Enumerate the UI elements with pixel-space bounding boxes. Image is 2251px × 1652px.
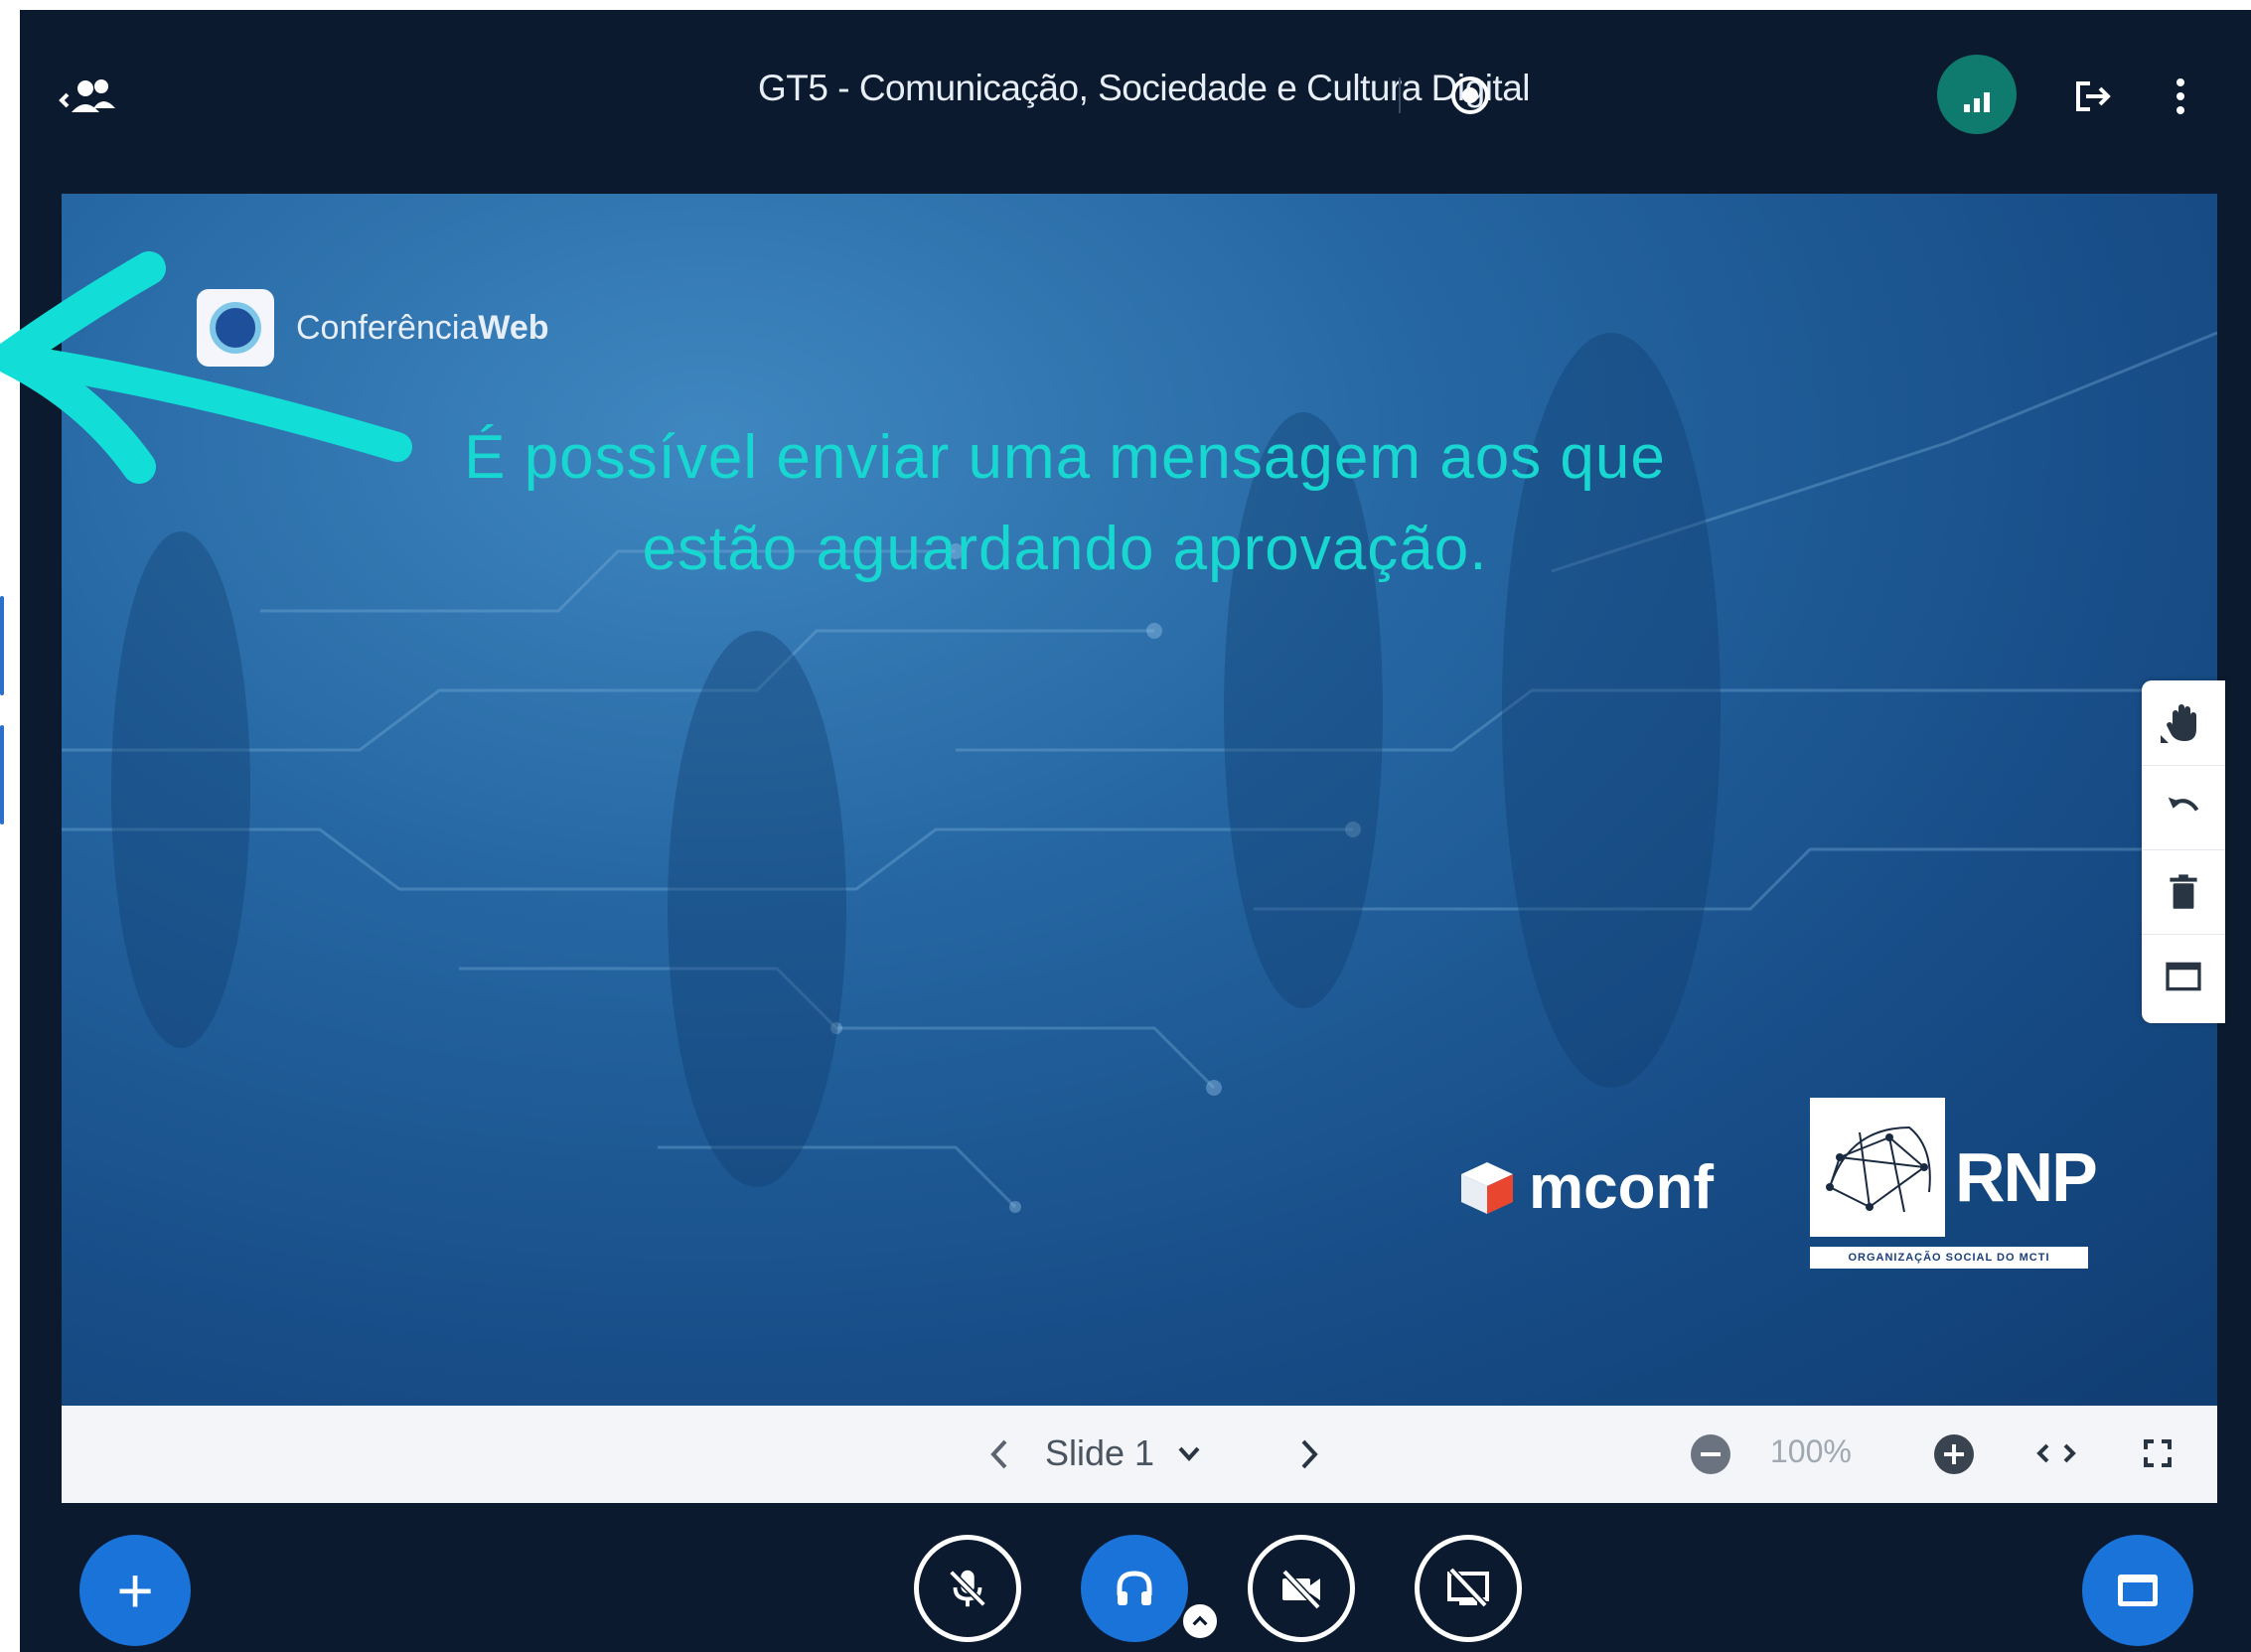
signal-bar bbox=[1984, 92, 1990, 112]
camera-off-icon bbox=[1281, 1569, 1321, 1610]
edge-marker bbox=[0, 725, 4, 825]
actions-button[interactable]: + bbox=[79, 1535, 191, 1646]
toggle-panel-button[interactable] bbox=[2142, 934, 2225, 1018]
meeting-title: GT5 - Comunicação, Sociedade e Cultura D… bbox=[758, 68, 1531, 108]
leave-meeting-button[interactable] bbox=[2068, 72, 2118, 121]
connection-status-button[interactable] bbox=[1937, 55, 2017, 134]
trash-icon bbox=[2170, 874, 2197, 909]
headphones-icon bbox=[1117, 1571, 1152, 1605]
audio-options-button[interactable] bbox=[1180, 1601, 1220, 1641]
zoom-level: 100% bbox=[1770, 1433, 1852, 1469]
chevron-up-icon bbox=[1192, 1615, 1208, 1626]
top-bar: GT5 - Comunicação, Sociedade e Cultura D… bbox=[20, 10, 2251, 164]
hand-icon bbox=[2161, 704, 2196, 743]
more-options-button[interactable] bbox=[2166, 72, 2195, 121]
fullscreen-icon bbox=[2144, 1439, 2172, 1467]
dot bbox=[2176, 92, 2184, 100]
panel-icon bbox=[2166, 962, 2201, 991]
annotation-line-1: É possível enviar uma mensagem aos que bbox=[464, 423, 1666, 492]
fullscreen-button[interactable] bbox=[2138, 1433, 2177, 1473]
logout-icon bbox=[2076, 81, 2111, 111]
camera-button[interactable] bbox=[1248, 1535, 1355, 1642]
slide-controls-bar: Slide 1 100% bbox=[62, 1406, 2217, 1503]
dot bbox=[2176, 106, 2184, 114]
signal-bars-icon bbox=[1964, 104, 1970, 112]
zoom-in-button[interactable] bbox=[1934, 1434, 1974, 1474]
slide-selector[interactable]: Slide 1 bbox=[1045, 1424, 1204, 1483]
previous-slide-button[interactable] bbox=[975, 1429, 1025, 1479]
fit-to-width-button[interactable] bbox=[2033, 1433, 2079, 1473]
undo-icon bbox=[2168, 797, 2199, 812]
annotation-message: É possível enviar uma mensagem aos que e… bbox=[360, 412, 1770, 595]
layout-toggle-button[interactable] bbox=[2082, 1535, 2193, 1646]
record-icon bbox=[1451, 76, 1489, 114]
signal-bar bbox=[1974, 98, 1980, 112]
fit-width-icon bbox=[2036, 1443, 2076, 1463]
screenshare-button[interactable] bbox=[1415, 1535, 1522, 1642]
rnp-logo: RNP ORGANIZAÇÃO SOCIAL DO MCTI bbox=[1810, 1098, 2098, 1277]
chevron-down-icon bbox=[1178, 1446, 1200, 1461]
rnp-globe-icon bbox=[1810, 1098, 1945, 1237]
hand-tool-button[interactable] bbox=[2142, 680, 2225, 764]
clear-annotations-button[interactable] bbox=[2142, 849, 2225, 934]
mconf-logo: mconf bbox=[1457, 1152, 1714, 1223]
more-vertical-icon bbox=[2176, 78, 2184, 86]
rnp-subtitle: ORGANIZAÇÃO SOCIAL DO MCTI bbox=[1810, 1247, 2088, 1269]
mconf-wordmark: mconf bbox=[1529, 1153, 1714, 1222]
rnp-wordmark: RNP bbox=[1955, 1138, 2098, 1216]
whiteboard-toolbar bbox=[2142, 680, 2225, 1023]
title-divider bbox=[1399, 77, 1401, 113]
next-slide-button[interactable] bbox=[1283, 1429, 1333, 1479]
annotation-line-2: estão aguardando aprovação. bbox=[642, 515, 1488, 583]
audio-button[interactable] bbox=[1081, 1535, 1188, 1642]
mute-button[interactable] bbox=[914, 1535, 1021, 1642]
record-button[interactable] bbox=[1440, 66, 1500, 125]
undo-button[interactable] bbox=[2142, 765, 2225, 849]
mic-muted-icon bbox=[949, 1570, 986, 1607]
chevron-left-icon bbox=[990, 1439, 1007, 1469]
zoom-out-button[interactable] bbox=[1691, 1434, 1730, 1474]
annotation-arrow bbox=[0, 251, 412, 484]
layout-icon bbox=[2118, 1575, 2158, 1606]
chevron-right-icon bbox=[1301, 1439, 1318, 1469]
mconf-cube-icon bbox=[1461, 1161, 1513, 1214]
screenshare-off-icon bbox=[1447, 1567, 1489, 1608]
edge-marker bbox=[0, 596, 4, 695]
slide-label: Slide 1 bbox=[1045, 1432, 1155, 1473]
